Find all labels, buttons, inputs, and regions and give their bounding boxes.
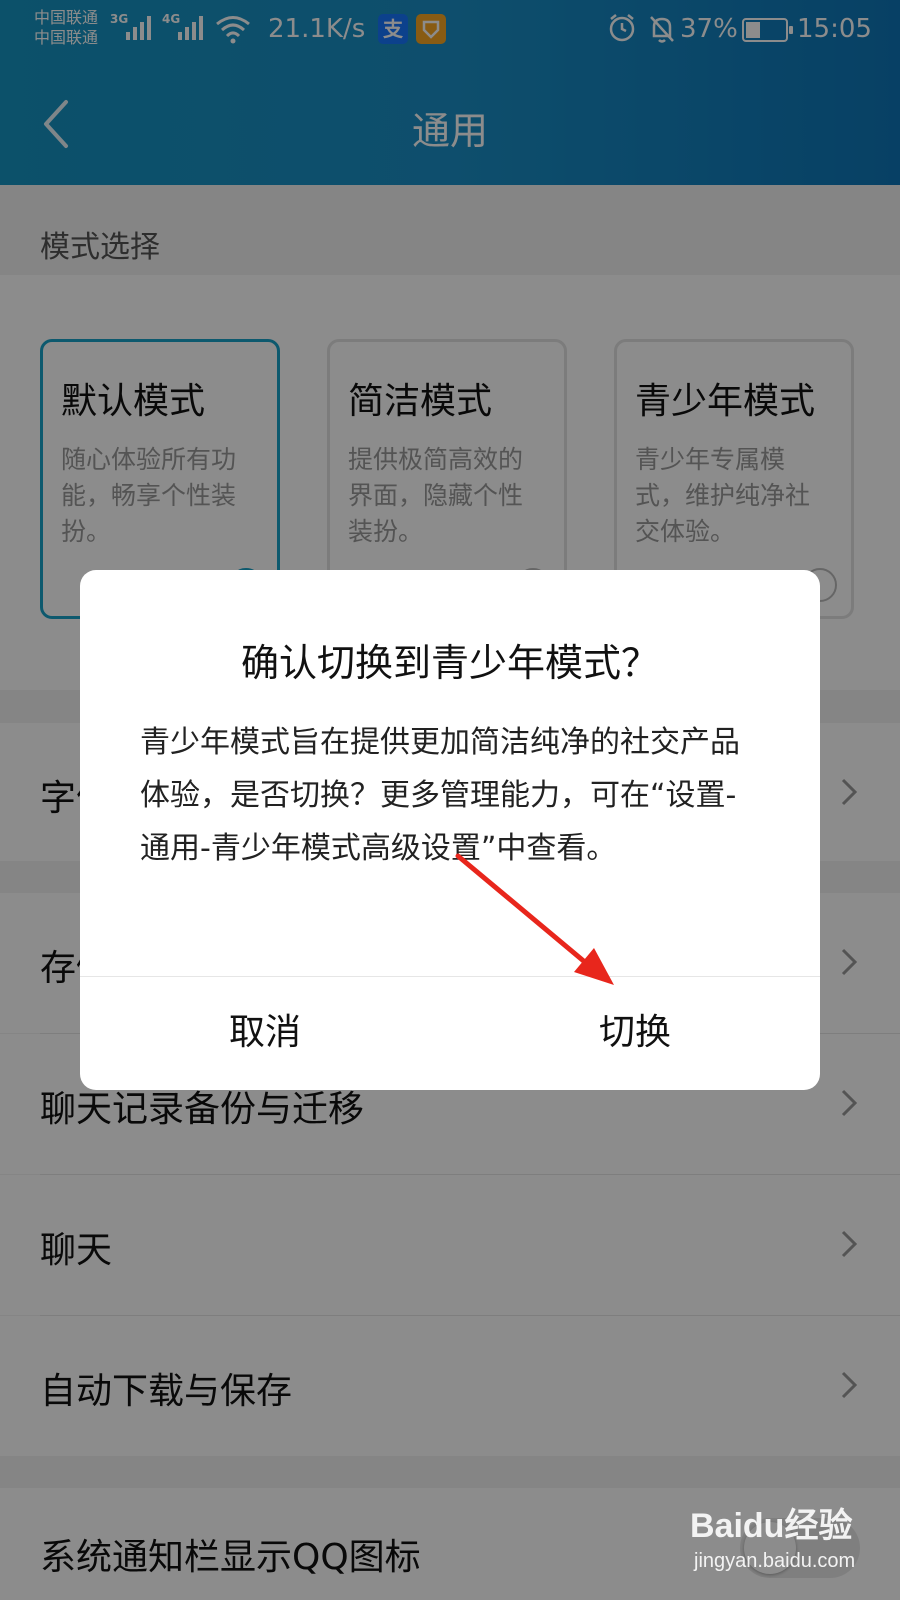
watermark-logo: Baidu经验 bbox=[690, 1507, 853, 1545]
dialog-body: 青少年模式旨在提供更加简洁纯净的社交产品体验，是否切换？更多管理能力，可在“设置… bbox=[140, 725, 740, 866]
switch-button[interactable]: 切换 bbox=[450, 976, 820, 1090]
baidu-jingyan-watermark: Baidu经验 jingyan.baidu.com bbox=[690, 1498, 870, 1588]
confirm-dialog: 确认切换到青少年模式？ 青少年模式旨在提供更加简洁纯净的社交产品体验，是否切换？… bbox=[80, 570, 820, 1090]
dialog-title: 确认切换到青少年模式？ bbox=[240, 641, 659, 685]
watermark-url: jingyan.baidu.com bbox=[694, 1550, 856, 1572]
cancel-button[interactable]: 取消 bbox=[80, 976, 450, 1090]
